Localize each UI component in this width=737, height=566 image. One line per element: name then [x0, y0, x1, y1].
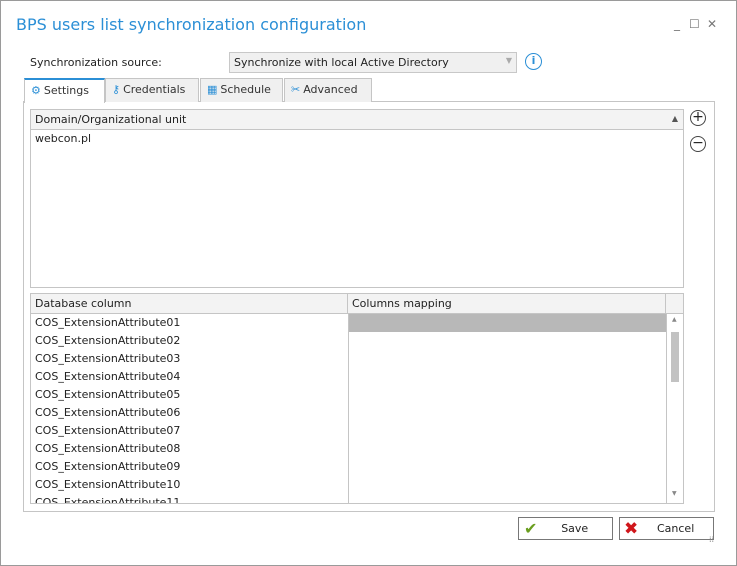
maximize-button[interactable]: ☐: [689, 17, 700, 31]
table-row[interactable]: COS_ExtensionAttribute04: [31, 368, 348, 386]
table-row[interactable]: COS_ExtensionAttribute10: [31, 476, 348, 494]
domain-grid: Domain/Organizational unit ▲ webcon.pl: [30, 109, 684, 288]
close-button[interactable]: ✕: [707, 17, 717, 31]
cancel-label: Cancel: [656, 522, 695, 535]
sync-source-select[interactable]: Synchronize with local Active Directory ▼: [229, 52, 517, 73]
remove-icon[interactable]: −: [690, 136, 706, 152]
sync-source-value: Synchronize with local Active Directory: [234, 56, 449, 69]
sort-asc-icon: ▲: [671, 114, 678, 123]
scrollbar[interactable]: ▲ ▼: [666, 314, 683, 503]
tab-schedule[interactable]: ▦ Schedule: [200, 78, 283, 102]
cancel-x-icon: ✖: [624, 518, 639, 539]
tools-icon: ✂: [291, 83, 301, 96]
key-icon: ⚷: [112, 83, 121, 96]
header-label: Domain/Organizational unit: [35, 113, 187, 126]
tab-label: Settings: [43, 84, 89, 97]
scroll-down-icon[interactable]: ▼: [672, 490, 677, 497]
minimize-button[interactable]: _: [674, 17, 680, 31]
checkmark-icon: ✔: [524, 519, 538, 538]
window-title: BPS users list synchronization configura…: [16, 15, 367, 34]
database-column-header[interactable]: Database column: [31, 294, 348, 313]
mapping-header: Database column Columns mapping: [31, 294, 683, 314]
tab-advanced[interactable]: ✂ Advanced: [284, 78, 372, 102]
domain-column-header[interactable]: Domain/Organizational unit ▲: [31, 110, 683, 130]
add-icon[interactable]: +: [690, 110, 706, 126]
selected-mapping-cell[interactable]: [349, 314, 666, 332]
table-row[interactable]: COS_ExtensionAttribute08: [31, 440, 348, 458]
list-item[interactable]: webcon.pl: [31, 130, 683, 148]
sync-source-label: Synchronization source:: [30, 56, 162, 69]
calendar-icon: ▦: [207, 83, 218, 96]
save-label: Save: [561, 522, 589, 535]
columns-mapping-header[interactable]: Columns mapping: [348, 294, 666, 313]
mapping-grid: Database column Columns mapping ▲ ▼ COS_…: [30, 293, 684, 504]
table-row[interactable]: COS_ExtensionAttribute07: [31, 422, 348, 440]
table-row[interactable]: COS_ExtensionAttribute09: [31, 458, 348, 476]
tab-label: Schedule: [220, 83, 271, 96]
resize-grip-icon[interactable]: ⁞⁞: [709, 535, 714, 544]
table-row[interactable]: COS_ExtensionAttribute03: [31, 350, 348, 368]
cancel-button[interactable]: ✖ Cancel: [619, 517, 714, 540]
column-divider: [348, 314, 349, 503]
table-row[interactable]: COS_ExtensionAttribute02: [31, 332, 348, 350]
table-row[interactable]: COS_ExtensionAttribute06: [31, 404, 348, 422]
tab-credentials[interactable]: ⚷ Credentials: [105, 78, 199, 102]
scrollbar-thumb[interactable]: [671, 332, 679, 382]
table-row[interactable]: COS_ExtensionAttribute11: [31, 494, 348, 503]
chevron-down-icon: ▼: [505, 56, 512, 65]
info-icon[interactable]: i: [525, 53, 542, 70]
tab-settings[interactable]: ⚙ Settings: [24, 78, 105, 103]
tab-label: Advanced: [303, 83, 358, 96]
table-row[interactable]: COS_ExtensionAttribute05: [31, 386, 348, 404]
table-row[interactable]: COS_ExtensionAttribute01: [31, 314, 348, 332]
settings-icon: ⚙: [31, 84, 41, 97]
save-button[interactable]: ✔ Save: [518, 517, 613, 540]
tab-label: Credentials: [123, 83, 186, 96]
scroll-up-icon[interactable]: ▲: [672, 316, 677, 323]
